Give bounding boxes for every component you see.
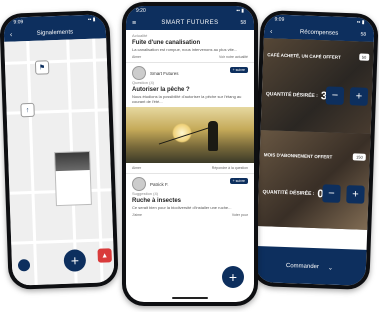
- post-text: La canalisation est rompue, nous interve…: [132, 47, 238, 52]
- left-phone-header: 9:09 ▪▪ ▮ ‹ Signalements: [3, 14, 107, 42]
- map-pin[interactable]: ▲: [97, 248, 112, 263]
- like-button[interactable]: Aimer: [132, 55, 141, 59]
- post-image: [126, 107, 254, 163]
- order-button[interactable]: Commander: [286, 263, 319, 270]
- menu-icon[interactable]: ≡: [132, 20, 136, 27]
- map-pin[interactable]: ⚑: [34, 60, 50, 75]
- post-title: Ruche à insectes: [132, 198, 182, 204]
- post-author: Patrick F.: [150, 181, 169, 187]
- back-icon[interactable]: ‹: [10, 31, 13, 38]
- map-popup-card[interactable]: [54, 150, 92, 207]
- status-time: 9:20: [136, 8, 146, 14]
- chevron-down-icon[interactable]: ⌄: [328, 265, 333, 272]
- map-pin[interactable]: ↑: [20, 102, 35, 118]
- status-icons: ▪▪ ▮: [356, 19, 365, 26]
- page-title: Récompenses: [299, 29, 339, 37]
- page-title: Signalements: [36, 29, 74, 37]
- home-indicator: [172, 297, 208, 299]
- status-time: 9:09: [274, 16, 285, 23]
- like-button[interactable]: J'aime: [132, 213, 142, 217]
- popup-image: [55, 151, 90, 172]
- post-title: Fuite d'une canalisation: [132, 40, 201, 46]
- post-text: Ce serait bien pour la biodiversité d'in…: [132, 205, 232, 210]
- increase-quantity-button[interactable]: +: [349, 87, 369, 106]
- post-action-link[interactable]: Voter pour: [232, 213, 248, 217]
- feed-post[interactable]: Actualité Fuite d'une canalisation La ca…: [126, 30, 254, 63]
- post-action-link[interactable]: Répondre à la question: [212, 166, 248, 170]
- avatar: [132, 177, 146, 191]
- post-action-link[interactable]: Voir notre actualité: [219, 55, 248, 59]
- location-icon[interactable]: [17, 259, 31, 272]
- quantity-row: QUANTITÉ DÉSIRÉE : 3: [266, 88, 327, 102]
- avatar: [132, 66, 146, 80]
- status-icons: ▪▪ ▮: [236, 8, 244, 14]
- app-logo: SMART FUTURES: [161, 20, 219, 26]
- post-author: Smart Futures: [150, 70, 179, 76]
- left-phone-screen: 9:09 ▪▪ ▮ ‹ Signalements ⚑ ↑ ! ▲ +: [3, 14, 115, 286]
- back-icon[interactable]: ‹: [270, 28, 273, 35]
- reward-card: MOIS D'ABONNEMENT OFFERT 150 QUANTITÉ DÉ…: [257, 130, 371, 230]
- points-counter: 58: [240, 20, 246, 26]
- reward-card: CAFÉ ACHETÉ, UN CAFÉ OFFERT 50 QUANTITÉ …: [260, 38, 374, 134]
- reward-points-badge: 50: [358, 53, 370, 61]
- left-phone: 9:09 ▪▪ ▮ ‹ Signalements ⚑ ↑ ! ▲ +: [0, 10, 119, 290]
- status-time: 9:09: [13, 19, 24, 26]
- add-report-button[interactable]: +: [63, 249, 87, 272]
- center-phone-header: 9:20 ▪▪ ▮ ≡ SMART FUTURES 58: [126, 6, 254, 30]
- right-phone-screen: 9:09 ▪▪ ▮ ‹ Récompenses 58 CAFÉ ACHETÉ, …: [255, 14, 375, 286]
- status-icons: ▪▪ ▮: [87, 16, 96, 23]
- decrease-quantity-button[interactable]: −: [325, 86, 345, 105]
- post-title: Autoriser la pêche ?: [132, 87, 190, 93]
- post-category: Actualité: [132, 33, 148, 38]
- follow-button[interactable]: + suivre: [229, 67, 248, 73]
- center-phone-screen: 9:20 ▪▪ ▮ ≡ SMART FUTURES 58 Actualité F…: [126, 6, 254, 302]
- like-button[interactable]: Aimer: [132, 166, 141, 170]
- quantity-label: QUANTITÉ DÉSIRÉE :: [265, 91, 318, 100]
- post-text: Nous étudions la possibilité d'autoriser…: [132, 94, 242, 104]
- decrease-quantity-button[interactable]: −: [322, 184, 341, 203]
- feed-post[interactable]: Patrick F. + suivre Suggestion (4) Ruche…: [126, 174, 254, 220]
- add-post-button[interactable]: +: [222, 266, 244, 288]
- follow-button[interactable]: + suivre: [229, 178, 248, 184]
- reward-points-badge: 150: [352, 153, 366, 161]
- order-bar: Commander ⌄: [255, 246, 367, 286]
- post-category: Suggestion (4): [132, 191, 159, 196]
- increase-quantity-button[interactable]: +: [346, 185, 365, 204]
- post-category: Question (4): [132, 80, 155, 85]
- points-counter: 58: [360, 31, 367, 38]
- right-phone: 9:09 ▪▪ ▮ ‹ Récompenses 58 CAFÉ ACHETÉ, …: [251, 10, 379, 290]
- feed-post[interactable]: Smart Futures + suivre Question (4) Auto…: [126, 63, 254, 174]
- quantity-label: QUANTITÉ DÉSIRÉE :: [262, 189, 315, 198]
- map[interactable]: ⚑ ↑ ! ▲ +: [4, 38, 115, 286]
- center-phone: 9:20 ▪▪ ▮ ≡ SMART FUTURES 58 Actualité F…: [122, 2, 258, 306]
- quantity-row: QUANTITÉ DÉSIRÉE : 0: [262, 186, 323, 200]
